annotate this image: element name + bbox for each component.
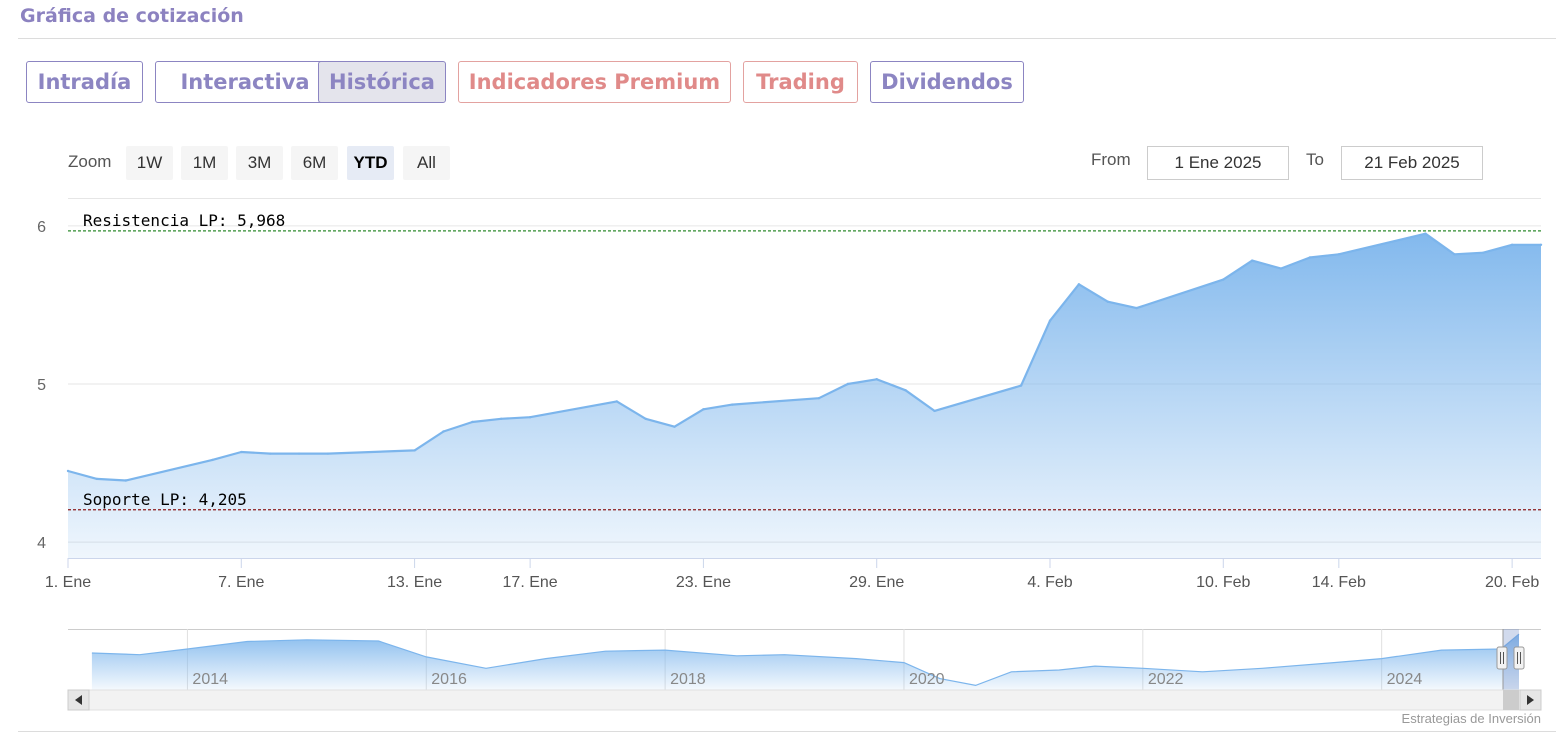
price-point: [326, 452, 330, 455]
x-tick-label: 29. Ene: [849, 574, 904, 591]
price-point: [846, 382, 850, 386]
y-tick-label: 6: [37, 219, 46, 236]
navigator-year-label: 2024: [1387, 671, 1423, 688]
price-point: [1337, 253, 1341, 256]
price-point: [1453, 253, 1456, 256]
price-point: [413, 449, 416, 452]
x-tick-label: 7. Ene: [218, 574, 264, 591]
price-point: [66, 469, 70, 473]
navigator-year-label: 2018: [670, 671, 706, 688]
price-point: [875, 378, 878, 381]
price-point: [211, 458, 214, 462]
y-tick-label: 5: [37, 377, 46, 394]
price-point: [817, 397, 821, 400]
x-tick-label: 1. Ene: [45, 574, 91, 591]
x-tick-label: 13. Ene: [387, 574, 442, 591]
navigator-year-label: 2022: [1148, 671, 1184, 688]
price-point: [268, 452, 272, 455]
x-tick-label: 10. Feb: [1196, 574, 1250, 591]
price-point: [1539, 243, 1543, 246]
price-point: [1279, 267, 1283, 270]
x-tick-label: 14. Feb: [1312, 574, 1366, 591]
price-point: [1424, 232, 1427, 235]
price-point: [1510, 243, 1514, 246]
price-point: [1077, 283, 1081, 286]
price-chart: 4 5 6 Resistencia LP: 5,968 Soporte LP: 4,2…: [37, 211, 1543, 711]
scrollbar-track[interactable]: [67, 689, 1542, 711]
scrollbar-thumb[interactable]: [1503, 690, 1519, 710]
price-point: [297, 452, 301, 455]
support-label: Soporte LP: 4,205: [83, 490, 247, 509]
chart-credits: Estrategias de Inversión: [1401, 711, 1541, 726]
price-point: [1482, 251, 1485, 254]
price-point: [1308, 256, 1312, 259]
price-point: [702, 408, 705, 411]
price-point: [240, 450, 243, 454]
navigator-right-handle[interactable]: [1513, 646, 1525, 670]
price-point: [673, 425, 676, 428]
price-point: [933, 409, 936, 413]
x-tick-label: 20. Feb: [1485, 574, 1539, 591]
price-point: [1048, 319, 1052, 322]
price-point: [1222, 278, 1225, 281]
resistance-label: Resistencia LP: 5,968: [83, 211, 285, 230]
price-point: [1019, 384, 1023, 387]
price-point: [500, 417, 503, 420]
price-point: [442, 430, 445, 433]
x-tick-label: 17. Ene: [503, 574, 558, 591]
navigator-year-label: 2020: [909, 671, 945, 688]
price-point: [1250, 259, 1254, 262]
price-point: [1106, 300, 1109, 303]
x-tick-label: 23. Ene: [676, 574, 731, 591]
price-point: [95, 477, 99, 481]
navigator-year-label: 2016: [431, 671, 467, 688]
price-point: [644, 417, 647, 420]
price-point: [904, 389, 907, 392]
x-tick-label: 4. Feb: [1027, 574, 1072, 591]
price-point: [731, 403, 734, 406]
price-point: [615, 400, 618, 403]
navigator-left-handle[interactable]: [1496, 646, 1508, 670]
price-point: [471, 420, 474, 424]
navigator-year-label: 2014: [192, 671, 228, 688]
price-point: [528, 416, 532, 419]
y-tick-label: 4: [37, 535, 46, 552]
bottom-divider: [18, 731, 1556, 732]
price-point: [1135, 306, 1138, 310]
price-point: [124, 479, 127, 482]
